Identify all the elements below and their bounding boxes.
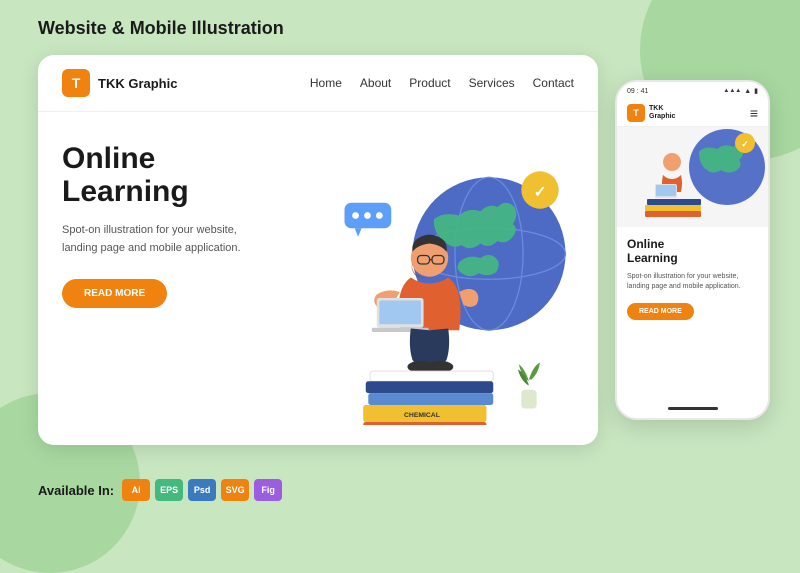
nav-product[interactable]: Product xyxy=(409,76,450,90)
badge-fig: Fig xyxy=(254,479,282,501)
hero-title-line2: Learning xyxy=(62,175,189,208)
mobile-status-icons: ▲▲▲ ▲ ▮ xyxy=(723,87,758,95)
svg-text:✓: ✓ xyxy=(534,184,547,201)
hero-illustration: ✓ xyxy=(302,142,574,425)
website-mockup-card: T TKK Graphic Home About Product Service… xyxy=(38,55,598,445)
nav-about[interactable]: About xyxy=(360,76,391,90)
website-navbar: T TKK Graphic Home About Product Service… xyxy=(38,55,598,112)
mobile-hero-content: Online Learning Spot-on illustration for… xyxy=(617,227,768,330)
illustration-svg: ✓ xyxy=(302,142,574,425)
badge-eps: EPS xyxy=(155,479,183,501)
hero-title: Online Learning xyxy=(62,142,302,208)
available-label: Available In: xyxy=(38,483,114,498)
read-more-button[interactable]: READ MORE xyxy=(62,279,167,308)
wifi-icon: ▲ xyxy=(744,88,751,95)
nav-services[interactable]: Services xyxy=(469,76,515,90)
mobile-hero-title: Online Learning xyxy=(627,237,758,266)
mobile-hero-subtitle: Spot-on illustration for your website, l… xyxy=(627,272,758,293)
format-badges-list: Ai EPS Psd SVG Fig xyxy=(122,479,282,501)
hamburger-icon[interactable]: ≡ xyxy=(750,105,758,121)
mobile-logo: T TKK Graphic xyxy=(627,104,675,122)
logo-icon: T xyxy=(62,69,90,97)
svg-text:✓: ✓ xyxy=(741,139,749,149)
badge-svg: SVG xyxy=(221,479,249,501)
page-title: Website & Mobile Illustration xyxy=(38,18,284,39)
mobile-logo-icon: T xyxy=(627,104,645,122)
available-in-section: Available In: Ai EPS Psd SVG Fig xyxy=(38,479,282,501)
mobile-mockup-card: 09 : 41 ▲▲▲ ▲ ▮ T TKK Graphic ≡ ✓ xyxy=(615,80,770,420)
mobile-statusbar: 09 : 41 ▲▲▲ ▲ ▮ xyxy=(617,82,768,100)
badge-ai: Ai xyxy=(122,479,150,501)
nav-contact[interactable]: Contact xyxy=(533,76,574,90)
mobile-home-indicator xyxy=(668,407,718,410)
battery-icon: ▮ xyxy=(754,87,758,95)
signal-icon: ▲▲▲ xyxy=(723,88,741,94)
svg-text:CHEMICAL: CHEMICAL xyxy=(404,412,440,419)
hero-subtitle: Spot-on illustration for your website, l… xyxy=(62,222,242,257)
nav-home[interactable]: Home xyxy=(310,76,342,90)
badge-psd: Psd xyxy=(188,479,216,501)
navbar-links: Home About Product Services Contact xyxy=(310,76,574,90)
mobile-navbar: T TKK Graphic ≡ xyxy=(617,100,768,127)
mobile-read-more-button[interactable]: READ MORE xyxy=(627,303,694,320)
mobile-illustration-svg: ✓ xyxy=(617,127,768,227)
hero-text-section: Online Learning Spot-on illustration for… xyxy=(62,142,302,425)
mobile-time: 09 : 41 xyxy=(627,88,648,95)
hero-title-line1: Online xyxy=(62,142,155,175)
logo-text: TKK Graphic xyxy=(98,76,177,91)
mobile-illustration-area: ✓ xyxy=(617,127,768,227)
mobile-logo-text: TKK Graphic xyxy=(649,105,675,122)
website-content: Online Learning Spot-on illustration for… xyxy=(38,112,598,445)
navbar-logo: T TKK Graphic xyxy=(62,69,177,97)
